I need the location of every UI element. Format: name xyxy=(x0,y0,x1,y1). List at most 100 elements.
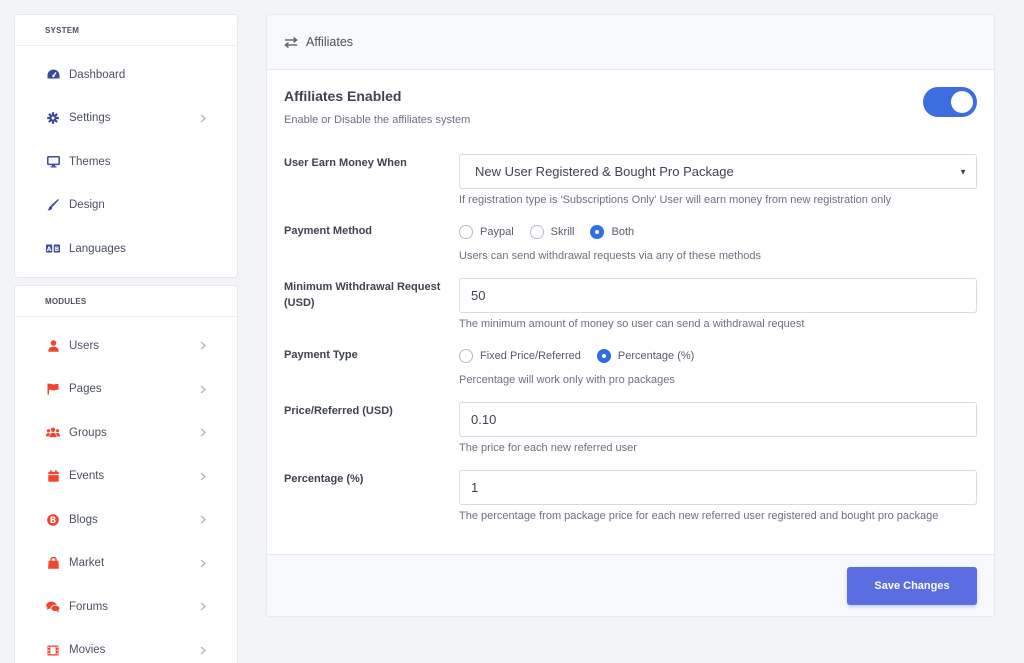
percentage-input[interactable] xyxy=(459,470,977,505)
chevron-right-icon xyxy=(199,384,207,394)
sidebar-item-label: Themes xyxy=(69,155,111,168)
payment-method-skrill-radio[interactable]: Skrill xyxy=(529,225,575,239)
svg-text:B: B xyxy=(50,516,56,526)
brush-icon xyxy=(46,198,60,212)
sidebar-item-dashboard[interactable]: Dashboard xyxy=(15,53,237,97)
radio-circle xyxy=(459,349,473,363)
user-icon xyxy=(46,339,60,353)
sidebar-item-groups[interactable]: Groups xyxy=(15,411,237,455)
sidebar-item-label: Languages xyxy=(69,242,126,255)
monitor-icon xyxy=(46,155,60,169)
sidebar-item-languages[interactable]: AB Languages xyxy=(15,227,237,271)
earn-money-select-value: New User Registered & Bought Pro Package xyxy=(475,164,734,179)
sidebar-item-label: Market xyxy=(69,557,105,570)
payment-type-help: Percentage will work only with pro packa… xyxy=(459,374,675,386)
panel-title: Affiliates xyxy=(306,35,354,49)
flag-icon xyxy=(46,382,60,396)
chevron-right-icon xyxy=(199,515,207,525)
sidebar-system-card: SYSTEM Dashboard Settings Themes Design … xyxy=(14,14,238,278)
affiliates-panel: Affiliates Affiliates Enabled Enable or … xyxy=(266,14,995,617)
affiliates-enabled-subtitle: Enable or Disable the affiliates system xyxy=(284,114,471,126)
caret-down-icon: ▼ xyxy=(959,167,967,176)
sidebar-item-label: Forums xyxy=(69,600,108,613)
sidebar-modules-card: MODULES Users Pages Groups Events B Blog… xyxy=(14,285,238,663)
chevron-right-icon xyxy=(199,558,207,568)
chevron-right-icon xyxy=(199,645,207,655)
min-withdrawal-help: The minimum amount of money so user can … xyxy=(459,318,805,330)
sidebar-system-heading: SYSTEM xyxy=(15,15,237,46)
sidebar-item-label: Settings xyxy=(69,112,111,125)
radio-circle xyxy=(529,225,544,239)
radio-label: Percentage (%) xyxy=(617,350,695,362)
sidebar-item-blogs[interactable]: B Blogs xyxy=(15,498,237,542)
film-icon xyxy=(46,643,60,657)
percentage-label: Percentage (%) xyxy=(284,473,364,485)
toggle-knob xyxy=(951,91,973,113)
earn-money-select[interactable]: New User Registered & Bought Pro Package… xyxy=(459,154,977,189)
chevron-right-icon xyxy=(199,602,207,612)
radio-label: Both xyxy=(611,226,635,238)
chevron-right-icon xyxy=(199,113,207,123)
chevron-right-icon xyxy=(199,471,207,481)
sidebar-item-market[interactable]: Market xyxy=(15,542,237,586)
sidebar-item-label: Blogs xyxy=(69,513,98,526)
percentage-help: The percentage from package price for ea… xyxy=(459,510,939,522)
radio-label: Skrill xyxy=(550,226,575,238)
payment-method-label: Payment Method xyxy=(284,225,373,237)
comments-icon xyxy=(46,600,60,614)
affiliates-enabled-title: Affiliates Enabled xyxy=(284,88,402,104)
sidebar-item-settings[interactable]: Settings xyxy=(15,97,237,141)
panel-body: Affiliates Enabled Enable or Disable the… xyxy=(267,70,994,556)
language-icon: AB xyxy=(46,242,60,256)
payment-method-both-radio[interactable]: Both xyxy=(590,225,634,239)
sidebar-item-events[interactable]: Events xyxy=(15,455,237,499)
panel-header: Affiliates xyxy=(267,15,994,70)
sidebar-item-users[interactable]: Users xyxy=(15,324,237,368)
sidebar-item-movies[interactable]: Movies xyxy=(15,629,237,663)
price-referred-input[interactable] xyxy=(459,402,977,437)
min-withdrawal-input[interactable] xyxy=(459,278,977,313)
radio-label: Paypal xyxy=(480,226,514,238)
svg-text:A: A xyxy=(47,246,52,253)
sidebar-item-label: Pages xyxy=(69,383,102,396)
payment-type-radio-group: Fixed Price/Referred Percentage (%) xyxy=(459,349,710,363)
sidebar-item-design[interactable]: Design xyxy=(15,184,237,228)
sidebar-modules-heading: MODULES xyxy=(15,286,237,317)
exchange-arrows-icon xyxy=(284,36,298,48)
radio-circle xyxy=(459,225,473,239)
dashboard-icon xyxy=(46,68,60,82)
chevron-right-icon xyxy=(199,341,207,351)
radio-label: Fixed Price/Referred xyxy=(480,350,581,362)
sidebar-item-label: Dashboard xyxy=(69,68,126,81)
sidebar-item-themes[interactable]: Themes xyxy=(15,140,237,184)
earn-money-label: User Earn Money When xyxy=(284,157,407,169)
price-referred-help: The price for each new referred user xyxy=(459,442,637,454)
radio-circle-selected xyxy=(596,349,611,363)
payment-type-fixed-radio[interactable]: Fixed Price/Referred xyxy=(459,349,581,363)
payment-type-percentage-radio[interactable]: Percentage (%) xyxy=(596,349,695,363)
sidebar-item-label: Design xyxy=(69,199,105,212)
sidebar-item-pages[interactable]: Pages xyxy=(15,368,237,412)
chevron-right-icon xyxy=(199,428,207,438)
shopping-bag-icon xyxy=(46,556,60,570)
min-withdrawal-label: Minimum Withdrawal Request (USD) xyxy=(284,281,441,309)
svg-text:B: B xyxy=(55,246,60,253)
sidebar-item-label: Movies xyxy=(69,644,106,657)
sidebar-item-forums[interactable]: Forums xyxy=(15,585,237,629)
sidebar-item-label: Groups xyxy=(69,426,107,439)
sidebar-item-label: Users xyxy=(69,339,100,352)
sidebar-item-label: Events xyxy=(69,470,105,483)
gear-icon xyxy=(46,111,60,125)
price-referred-label: Price/Referred (USD) xyxy=(284,405,393,417)
blog-icon: B xyxy=(46,513,60,527)
payment-method-help: Users can send withdrawal requests via a… xyxy=(459,250,762,262)
save-changes-button[interactable]: Save Changes xyxy=(847,567,977,605)
affiliates-enabled-toggle[interactable] xyxy=(923,87,977,117)
radio-circle-selected xyxy=(590,225,605,239)
panel-footer: Save Changes xyxy=(267,554,994,616)
users-group-icon xyxy=(46,426,60,440)
earn-money-help: If registration type is 'Subscriptions O… xyxy=(459,194,892,206)
payment-method-paypal-radio[interactable]: Paypal xyxy=(459,225,514,239)
payment-type-label: Payment Type xyxy=(284,349,358,361)
payment-method-radio-group: Paypal Skrill Both xyxy=(459,225,650,239)
